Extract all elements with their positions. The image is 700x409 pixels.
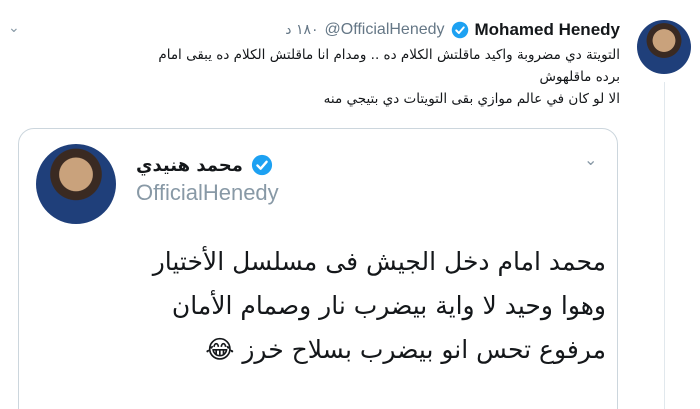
quoted-text-line: وهوا وحيد لا واية بيضرب نار وصمام الأمان <box>171 291 606 320</box>
thread-line <box>664 82 665 409</box>
chevron-down-icon[interactable]: ⌄ <box>584 150 597 169</box>
quoted-header: محمد هنيدي <box>136 152 273 178</box>
quoted-text-line: محمد امام دخل الجيش فى مسلسل الأختيار <box>152 247 606 276</box>
tweet-header: ١٨٠ د @OfficialHenedy Mohamed Henedy <box>285 18 620 42</box>
quoted-text: محمد امام دخل الجيش فى مسلسل الأختيار وه… <box>40 240 606 372</box>
chevron-down-icon[interactable]: ⌄ <box>8 20 20 36</box>
tweet-text: التويتة دي مضروبة واكيد ماقلتش الكلام ده… <box>20 44 620 110</box>
tweet-text-line: الا لو كان في عالم موازي بقى التويتات دي… <box>323 91 620 107</box>
tweet-text-line: التويتة دي مضروبة واكيد ماقلتش الكلام ده… <box>158 47 620 63</box>
verified-badge-icon <box>451 21 469 39</box>
tweet-text-line: برده ماقلهوش <box>539 69 620 85</box>
laughing-emoji-icon: 😂 <box>205 335 235 364</box>
tweet-time[interactable]: ١٨٠ د <box>285 22 318 38</box>
quoted-display-name[interactable]: محمد هنيدي <box>136 155 243 176</box>
quoted-text-line: مرفوع تحس انو بيضرب بسلاح خرز 😂 <box>40 328 606 372</box>
tweet-handle[interactable]: @OfficialHenedy <box>325 21 445 39</box>
quoted-text-line-3: مرفوع تحس انو بيضرب بسلاح خرز <box>242 335 606 364</box>
quoted-avatar[interactable] <box>36 144 116 224</box>
avatar[interactable] <box>637 20 691 74</box>
quoted-handle[interactable]: OfficialHenedy <box>136 180 279 206</box>
verified-badge-icon <box>251 154 273 176</box>
tweet-display-name[interactable]: Mohamed Henedy <box>475 20 620 40</box>
